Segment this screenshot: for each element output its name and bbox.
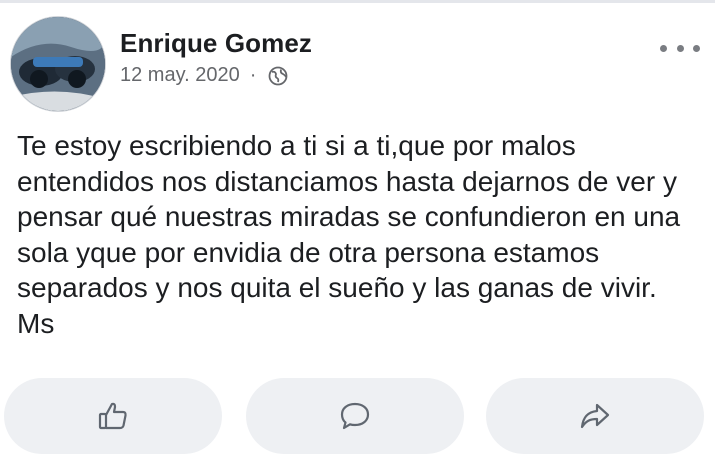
post-text: Te estoy escribiendo a ti si a ti,que po… (17, 130, 681, 339)
globe-icon (268, 66, 288, 86)
post-meta: 12 may. 2020 · (120, 64, 288, 87)
like-button[interactable] (4, 378, 222, 454)
post-card: Enrique Gomez 12 may. 2020 · Te estoy es… (0, 0, 715, 465)
avatar-image (11, 17, 105, 111)
share-button[interactable] (486, 378, 704, 454)
post-actions (0, 378, 715, 454)
share-icon (578, 399, 612, 433)
author-name[interactable]: Enrique Gomez (120, 28, 312, 59)
post-date[interactable]: 12 may. 2020 (120, 64, 240, 87)
meta-separator: · (249, 64, 257, 86)
comment-icon (338, 399, 372, 433)
more-options-icon[interactable] (660, 40, 700, 56)
avatar[interactable] (10, 16, 106, 112)
thumbs-up-icon (97, 400, 129, 432)
comment-button[interactable] (246, 378, 464, 454)
